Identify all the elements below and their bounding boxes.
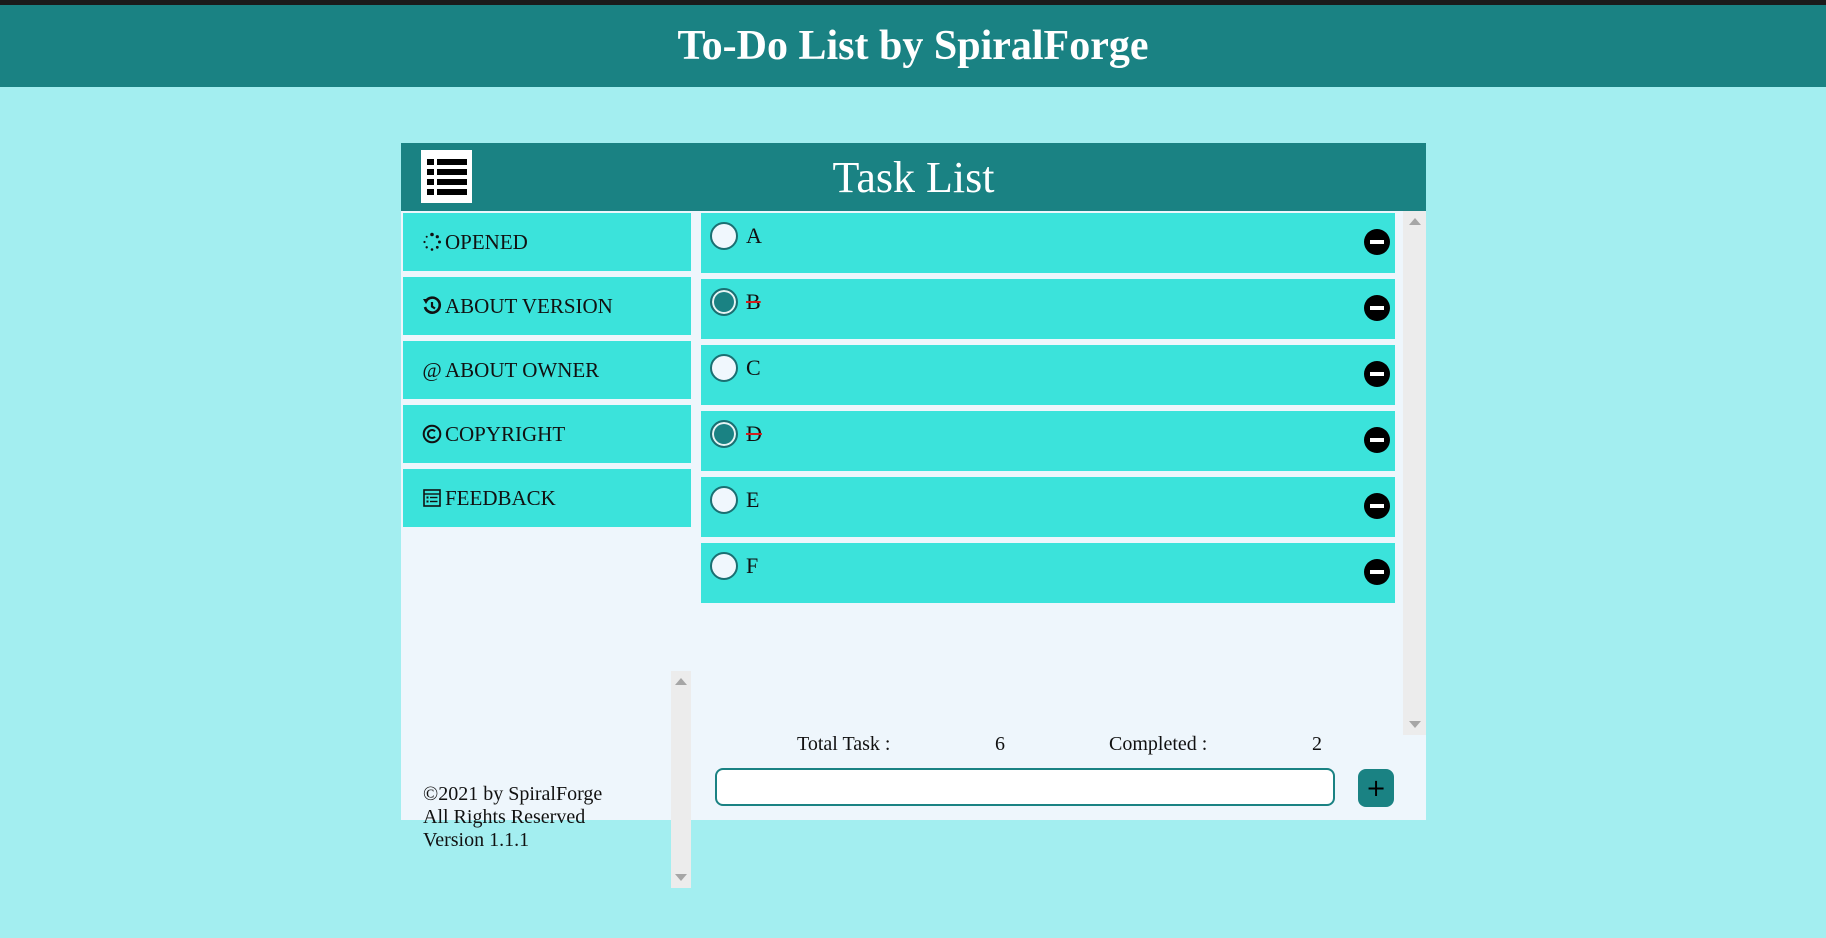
minus-icon (1370, 438, 1384, 442)
task-checkbox[interactable] (710, 486, 738, 514)
completed-count: 2 (1312, 733, 1322, 755)
task-list-scrollbar[interactable] (1403, 211, 1426, 735)
sidebar-footer: ©2021 by SpiralForge All Rights Reserved… (423, 783, 602, 852)
sidebar-item-label: COPYRIGHT (445, 421, 566, 446)
task-checkbox[interactable] (710, 222, 738, 250)
task-panel: Task List OPENED ABOUT VERSION @ ABOUT O… (401, 143, 1426, 888)
sidebar-item-label: FEEDBACK (445, 485, 556, 510)
task-row: B (701, 279, 1395, 339)
version-text: Version 1.1.1 (423, 829, 530, 851)
remove-task-button[interactable] (1364, 493, 1390, 519)
total-task-label: Total Task : (797, 733, 891, 755)
copyright-icon (421, 423, 443, 445)
minus-icon (1370, 372, 1384, 376)
scroll-down-arrow-icon[interactable] (675, 874, 687, 881)
sidebar: OPENED ABOUT VERSION @ ABOUT OWNER COPYR… (401, 211, 691, 888)
task-checkbox[interactable] (710, 354, 738, 382)
scroll-up-arrow-icon[interactable] (1408, 218, 1421, 225)
remove-task-button[interactable] (1364, 559, 1390, 585)
history-icon (421, 295, 443, 317)
task-row: A (701, 213, 1395, 273)
task-label: F (746, 553, 759, 578)
sidebar-item-about-owner[interactable]: @ ABOUT OWNER (403, 341, 691, 399)
scroll-down-arrow-icon[interactable] (1408, 721, 1421, 728)
task-row: C (701, 345, 1395, 405)
panel-header: Task List (401, 143, 1426, 211)
remove-task-button[interactable] (1364, 295, 1390, 321)
remove-task-button[interactable] (1364, 427, 1390, 453)
loading-dots-icon (421, 231, 443, 253)
sidebar-item-label: ABOUT OWNER (445, 357, 600, 382)
feedback-form-icon (421, 487, 443, 509)
task-label: C (746, 355, 761, 380)
task-row: D (701, 411, 1395, 471)
completed-label: Completed : (1109, 733, 1208, 755)
tasks-area: A B C D E F Total Task: 6 Completed: 2… (693, 211, 1426, 820)
minus-icon (1370, 504, 1384, 508)
at-sign-icon: @ (422, 357, 442, 382)
task-label: D (746, 421, 762, 446)
task-row: E (701, 477, 1395, 537)
rights-text: All Rights Reserved (423, 806, 586, 828)
task-checkbox[interactable] (710, 288, 738, 316)
new-task-input[interactable] (715, 768, 1335, 806)
task-label: A (746, 223, 762, 248)
minus-icon (1370, 306, 1384, 310)
remove-task-button[interactable] (1364, 229, 1390, 255)
minus-icon (1370, 240, 1384, 244)
sidebar-item-about-version[interactable]: ABOUT VERSION (403, 277, 691, 335)
panel-title: Task List (832, 152, 995, 202)
task-checkbox[interactable] (710, 420, 738, 448)
sidebar-item-feedback[interactable]: FEEDBACK (403, 469, 691, 527)
copyright-text: ©2021 by SpiralForge (423, 783, 603, 805)
list-icon (426, 158, 467, 195)
task-label: B (746, 289, 761, 314)
sidebar-item-label: ABOUT VERSION (445, 293, 613, 318)
sidebar-item-copyright[interactable]: COPYRIGHT (403, 405, 691, 463)
task-checkbox[interactable] (710, 552, 738, 580)
menu-button[interactable] (421, 150, 472, 203)
remove-task-button[interactable] (1364, 361, 1390, 387)
total-task-count: 6 (995, 733, 1005, 755)
scroll-up-arrow-icon[interactable] (675, 678, 687, 685)
sidebar-item-opened[interactable]: OPENED (403, 213, 691, 271)
add-task-button[interactable]: + (1358, 769, 1394, 807)
sidebar-item-label: OPENED (445, 229, 528, 254)
minus-icon (1370, 570, 1384, 574)
app-title: To-Do List by SpiralForge (677, 23, 1149, 69)
task-label: E (746, 487, 760, 512)
task-row: F (701, 543, 1395, 603)
app-header: To-Do List by SpiralForge (0, 5, 1826, 87)
sidebar-scrollbar[interactable] (671, 671, 691, 888)
